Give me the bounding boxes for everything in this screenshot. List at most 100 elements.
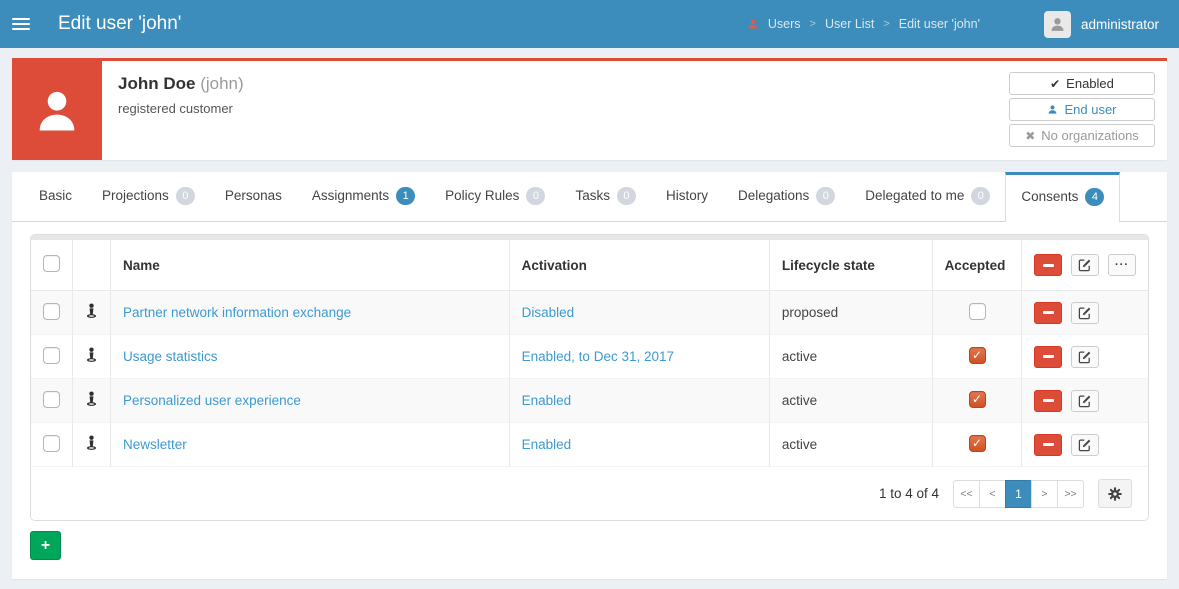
tab-basic[interactable]: Basic bbox=[24, 172, 87, 221]
edit-consent-button[interactable] bbox=[1071, 301, 1100, 324]
details-panel: Basic Projections 0 Personas Assignments 1… bbox=[12, 172, 1167, 579]
table-row: Partner network information exchange Dis… bbox=[31, 290, 1148, 335]
status-badge-label: Enabled bbox=[1066, 76, 1114, 91]
row-select-checkbox[interactable] bbox=[43, 346, 60, 364]
tab-count-badge: 0 bbox=[816, 187, 836, 205]
column-header-name: Name bbox=[110, 240, 510, 291]
tab-assignments[interactable]: Assignments 1 bbox=[297, 172, 430, 221]
edit-consent-button[interactable] bbox=[1071, 389, 1100, 412]
accepted-checkbox[interactable] bbox=[968, 346, 986, 364]
user-photo-placeholder bbox=[12, 61, 102, 160]
account-name: administrator bbox=[1080, 16, 1159, 32]
consent-name-link[interactable]: Personalized user experience bbox=[123, 393, 301, 408]
minus-icon bbox=[1042, 355, 1054, 358]
check-icon: ✔ bbox=[1050, 76, 1061, 91]
lifecycle-state: active bbox=[781, 349, 818, 364]
table-row: Usage statistics Enabled, to Dec 31, 201… bbox=[31, 334, 1148, 379]
lifecycle-state: active bbox=[781, 437, 818, 452]
tab-history[interactable]: History bbox=[651, 172, 723, 221]
minus-icon bbox=[1042, 311, 1054, 314]
user-red-icon bbox=[747, 18, 759, 30]
edit-icon bbox=[1079, 350, 1091, 363]
menu-toggle-icon[interactable] bbox=[12, 9, 42, 39]
delete-selected-button[interactable] bbox=[1034, 254, 1063, 276]
tab-projections[interactable]: Projections 0 bbox=[87, 172, 210, 221]
first-page-button[interactable]: << bbox=[953, 479, 980, 508]
edit-icon bbox=[1079, 394, 1091, 407]
activation-link[interactable]: Enabled bbox=[522, 393, 572, 408]
edit-selected-button[interactable] bbox=[1071, 254, 1100, 276]
user-summary-panel: John Doe (john) registered customer ✔ En… bbox=[12, 58, 1167, 160]
edit-consent-button[interactable] bbox=[1071, 345, 1100, 368]
row-select-checkbox[interactable] bbox=[43, 302, 60, 320]
activation-link[interactable]: Disabled bbox=[522, 305, 575, 320]
tab-count-badge: 0 bbox=[971, 187, 991, 205]
breadcrumb-separator: > bbox=[883, 18, 890, 30]
breadcrumb-user-list[interactable]: User List bbox=[825, 17, 874, 31]
table-settings-button[interactable] bbox=[1098, 479, 1132, 508]
delete-consent-button[interactable] bbox=[1034, 345, 1063, 368]
status-badge-label: No organizations bbox=[1041, 128, 1139, 143]
column-header-activation: Activation bbox=[509, 240, 770, 291]
prev-page-button[interactable]: < bbox=[979, 479, 1006, 508]
accepted-checkbox[interactable] bbox=[968, 390, 986, 408]
table-row: Newsletter Enabled active bbox=[31, 422, 1148, 467]
tab-tasks[interactable]: Tasks 0 bbox=[560, 172, 651, 221]
tab-count-badge: 0 bbox=[526, 187, 546, 205]
column-header-lifecycle: Lifecycle state bbox=[769, 240, 933, 291]
x-icon: ✖ bbox=[1025, 128, 1036, 143]
tab-policy-rules[interactable]: Policy Rules 0 bbox=[430, 172, 560, 221]
tab-count-badge: 0 bbox=[175, 187, 195, 205]
status-badge-no-organizations: ✖ No organizations bbox=[1009, 124, 1155, 147]
edit-icon bbox=[1079, 259, 1091, 272]
add-consent-button[interactable]: + bbox=[30, 531, 61, 560]
user-description: registered customer bbox=[118, 101, 233, 116]
tab-consents[interactable]: Consents 4 bbox=[1005, 172, 1121, 222]
tab-delegated-to-me[interactable]: Delegated to me 0 bbox=[850, 172, 1005, 221]
select-all-checkbox[interactable] bbox=[43, 255, 60, 272]
account-menu[interactable]: administrator bbox=[1043, 10, 1159, 38]
summary-tags: ✔ Enabled End user ✖ No organizations bbox=[1009, 61, 1167, 160]
consent-name-link[interactable]: Newsletter bbox=[123, 437, 187, 452]
tab-personas[interactable]: Personas bbox=[210, 172, 297, 221]
breadcrumb: Users > User List > Edit user 'john' bbox=[747, 17, 980, 31]
tab-count-badge: 0 bbox=[616, 187, 636, 205]
pager: << < 1 > >> bbox=[953, 479, 1084, 508]
edit-icon bbox=[1079, 438, 1091, 451]
row-select-checkbox[interactable] bbox=[43, 390, 60, 408]
status-badge-enabled: ✔ Enabled bbox=[1009, 72, 1155, 95]
user-icon bbox=[1047, 104, 1058, 115]
accepted-checkbox[interactable] bbox=[968, 302, 986, 320]
consent-icon bbox=[85, 435, 98, 454]
avatar bbox=[1043, 10, 1071, 38]
breadcrumb-users[interactable]: Users bbox=[768, 17, 801, 31]
table-header-row: Name Activation Lifecycle state Accepted… bbox=[31, 240, 1148, 291]
minus-icon bbox=[1042, 399, 1054, 402]
row-select-checkbox[interactable] bbox=[43, 434, 60, 452]
activation-link[interactable]: Enabled bbox=[522, 437, 572, 452]
status-badge-end-user: End user bbox=[1009, 98, 1155, 121]
plus-icon: + bbox=[40, 536, 51, 554]
consent-name-link[interactable]: Partner network information exchange bbox=[123, 305, 351, 320]
more-actions-button[interactable]: ··· bbox=[1108, 254, 1136, 276]
edit-consent-button[interactable] bbox=[1071, 433, 1100, 456]
user-display-name: John Doe bbox=[118, 74, 196, 93]
consent-name-link[interactable]: Usage statistics bbox=[123, 349, 218, 364]
last-page-button[interactable]: >> bbox=[1057, 479, 1084, 508]
paging-summary: 1 to 4 of 4 bbox=[878, 486, 939, 501]
status-badge-label: End user bbox=[1064, 102, 1117, 117]
minus-icon bbox=[1042, 443, 1054, 446]
page-1-button[interactable]: 1 bbox=[1005, 479, 1032, 508]
consent-icon bbox=[85, 347, 98, 366]
accepted-checkbox[interactable] bbox=[968, 434, 986, 452]
table-footer: 1 to 4 of 4 << < 1 > >> bbox=[31, 467, 1148, 520]
tab-count-badge: 4 bbox=[1085, 188, 1105, 206]
delete-consent-button[interactable] bbox=[1034, 433, 1063, 456]
activation-link[interactable]: Enabled, to Dec 31, 2017 bbox=[522, 349, 674, 364]
next-page-button[interactable]: > bbox=[1031, 479, 1058, 508]
delete-consent-button[interactable] bbox=[1034, 301, 1063, 324]
tab-delegations[interactable]: Delegations 0 bbox=[723, 172, 850, 221]
gear-icon bbox=[1108, 486, 1122, 501]
consents-table: Name Activation Lifecycle state Accepted… bbox=[30, 234, 1149, 521]
delete-consent-button[interactable] bbox=[1034, 389, 1063, 412]
